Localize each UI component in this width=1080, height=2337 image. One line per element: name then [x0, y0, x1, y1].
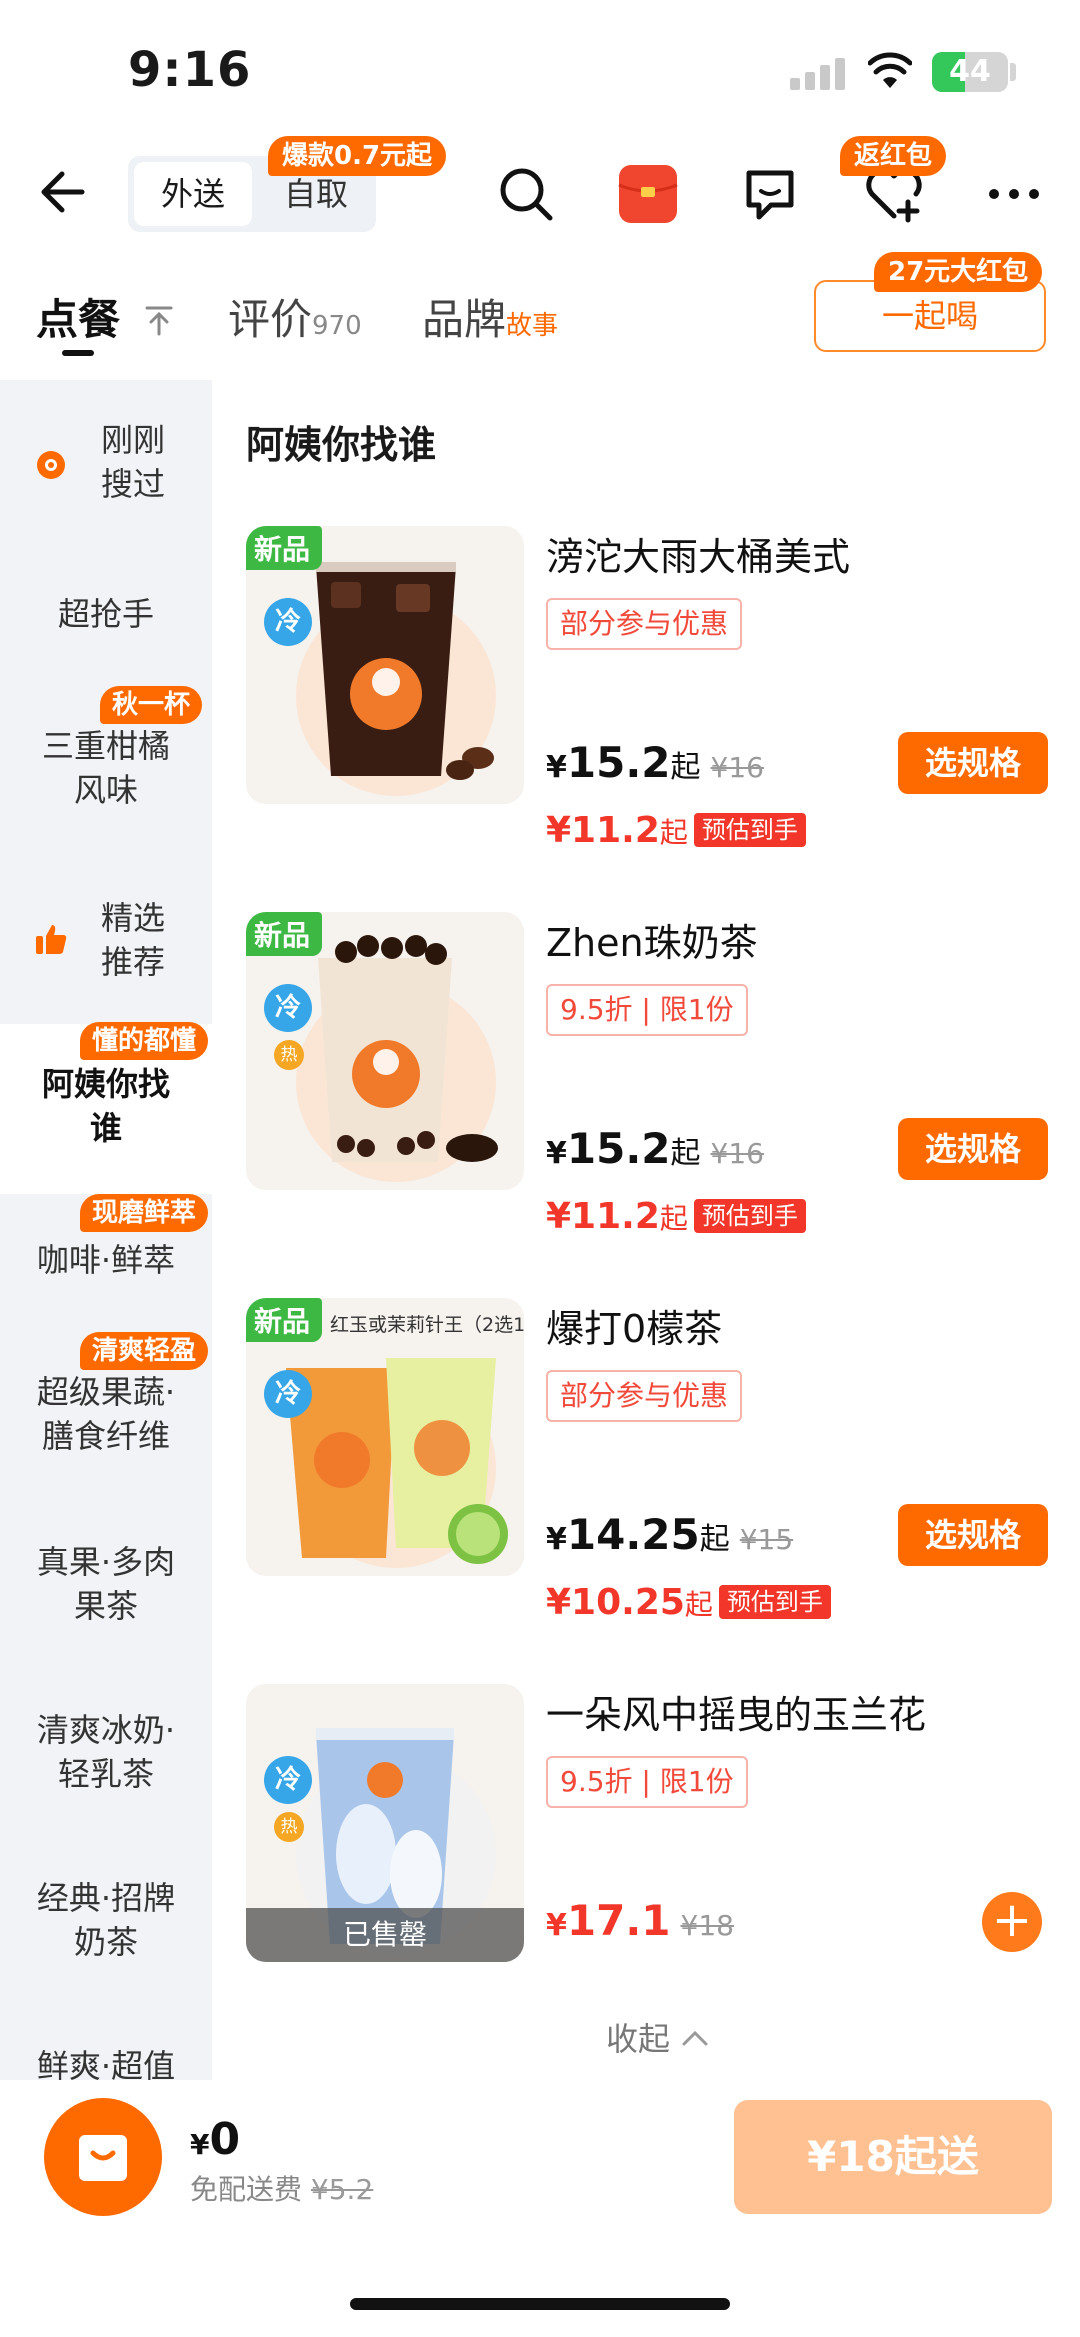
back-arrow-icon[interactable]	[38, 166, 90, 218]
sidebar-item-light-milk[interactable]: 清爽冰奶· 轻乳茶	[0, 1708, 212, 1796]
checkout-button[interactable]: ¥18起送	[734, 2100, 1052, 2214]
estimated-price: ¥11.2起 预估到手	[546, 1196, 806, 1237]
sidebar-badge-ayi: 懂的都懂	[80, 1022, 209, 1060]
chevron-up-icon	[682, 2030, 708, 2046]
cold-option-icon: 冷	[264, 1370, 312, 1418]
hot-option-icon: 热	[274, 1812, 304, 1842]
sidebar-item-featured[interactable]: 精选 推荐	[0, 896, 212, 984]
product-price: ¥15.2起 ¥16	[546, 738, 764, 787]
add-to-cart-button[interactable]: +	[982, 1892, 1042, 1952]
cold-option-icon: 冷	[264, 984, 312, 1032]
tab-reviews[interactable]: 评价970	[228, 286, 362, 347]
plus-icon: +	[991, 1892, 1033, 1948]
battery-level: 44	[949, 54, 991, 89]
delivery-fee: 免配送费 ¥5.2	[190, 2173, 374, 2206]
product-card[interactable]: 冷 热 已售罄 一朵风中摇曳的玉兰花 9.5折 | 限1份 ¥17.1 ¥18 +	[246, 1684, 1056, 2044]
sidebar-item-hot[interactable]: 超抢手	[0, 592, 212, 636]
estimated-price: ¥11.2起 预估到手	[546, 810, 806, 851]
red-packet-icon	[618, 165, 678, 223]
image-caption: 红玉或茉莉针王（2选1）	[330, 1314, 524, 1336]
home-indicator[interactable]	[350, 2298, 730, 2310]
delivery-tab[interactable]: 外送	[134, 162, 252, 226]
sidebar-item-veggie[interactable]: 超级果蔬· 膳食纤维	[0, 1370, 212, 1458]
tab-brand[interactable]: 品牌故事	[422, 286, 558, 347]
product-name: Zhen珠奶茶	[546, 921, 758, 965]
more-icon	[989, 189, 1039, 199]
sidebar-badge-veggie: 清爽轻盈	[80, 1332, 209, 1370]
promo-tag: 9.5折 | 限1份	[546, 984, 748, 1036]
more-button[interactable]	[978, 158, 1050, 230]
collapse-toggle[interactable]: 收起	[606, 2014, 710, 2060]
product-name: 一朵风中摇曳的玉兰花	[546, 1693, 927, 1737]
promo-tag: 9.5折 | 限1份	[546, 1756, 748, 1808]
original-price: ¥16	[710, 1137, 764, 1170]
message-icon	[746, 170, 794, 220]
cold-option-icon: 冷	[264, 598, 312, 646]
group-order-badge: 27元大红包	[874, 252, 1043, 292]
battery-icon: 44	[932, 52, 1008, 92]
product-image[interactable]: 新品 冷	[246, 526, 524, 804]
sidebar-item-recent[interactable]: 刚刚 搜过	[0, 418, 212, 538]
tab-order[interactable]: 点餐	[36, 286, 175, 347]
product-image[interactable]: 冷 热 已售罄	[246, 1684, 524, 1962]
wifi-icon	[868, 52, 912, 88]
original-price: ¥18	[680, 1909, 734, 1942]
sidebar-item-value[interactable]: 鲜爽·超值	[0, 2044, 212, 2080]
sidebar-item-coffee[interactable]: 咖啡·鲜萃	[0, 1238, 212, 1282]
sidebar-badge-citrus: 秋一杯	[100, 686, 203, 724]
search-icon	[500, 168, 553, 221]
section-title: 阿姨你找谁	[246, 423, 437, 467]
product-price: ¥14.25起 ¥15	[546, 1510, 794, 1559]
shopping-bag-icon	[79, 2135, 127, 2181]
cart-button[interactable]	[44, 2098, 162, 2216]
sold-out-label: 已售罄	[246, 1908, 524, 1962]
select-spec-button[interactable]: 选规格	[898, 1504, 1048, 1566]
brand-story-label: 故事	[506, 311, 559, 341]
sidebar-item-citrus[interactable]: 三重柑橘 风味	[0, 724, 212, 812]
select-spec-button[interactable]: 选规格	[898, 1118, 1048, 1180]
reviews-count: 970	[312, 311, 362, 341]
new-badge: 新品	[246, 526, 323, 570]
product-price: ¥17.1 ¥18	[546, 1896, 734, 1945]
original-price: ¥15	[739, 1523, 794, 1556]
product-price: ¥15.2起 ¥16	[546, 1124, 764, 1173]
category-sidebar: 刚刚 搜过 超抢手 三重柑橘 风味 秋一杯 精选 推荐 阿姨你找 谁 懂的都懂 …	[0, 380, 212, 2080]
search-button[interactable]	[490, 158, 562, 230]
product-name: 滂沱大雨大桶美式	[546, 535, 851, 579]
new-badge: 新品	[246, 1298, 323, 1342]
pin-top-icon	[145, 306, 173, 336]
product-image[interactable]: 新品 红玉或茉莉针王（2选1） 冷	[246, 1298, 524, 1576]
cart-total: ¥0	[190, 2114, 241, 2165]
sidebar-item-fruit-tea[interactable]: 真果·多肉 果茶	[0, 1540, 212, 1628]
product-card[interactable]: 新品 红玉或茉莉针王（2选1） 冷 爆打0檬茶 部分参与优惠 ¥14.25起 ¥1…	[246, 1298, 1056, 1658]
return-red-packet-badge: 返红包	[840, 136, 947, 176]
message-button[interactable]	[734, 158, 806, 230]
sidebar-badge-coffee: 现磨鲜萃	[80, 1194, 209, 1232]
product-card[interactable]: 新品 冷 热 Zhen珠奶茶 9.5折 | 限1份 ¥15.2起 ¥16 ¥11.…	[246, 912, 1056, 1272]
promo-tag: 部分参与优惠	[546, 598, 743, 650]
status-time: 9:16	[128, 42, 252, 98]
cellular-signal-icon	[790, 58, 846, 90]
original-price: ¥16	[710, 751, 764, 784]
tab-order-label: 点餐	[36, 295, 121, 344]
promo-tag: 部分参与优惠	[546, 1370, 743, 1422]
eye-icon	[37, 451, 65, 479]
pickup-promo-badge: 爆款0.7元起	[268, 136, 447, 176]
cold-option-icon: 冷	[264, 1756, 312, 1804]
product-image[interactable]: 新品 冷 热	[246, 912, 524, 1190]
hot-option-icon: 热	[274, 1040, 304, 1070]
red-packet-button[interactable]	[612, 158, 684, 230]
sidebar-item-classic-milk[interactable]: 经典·招牌 奶茶	[0, 1876, 212, 1964]
status-bar: 9:16 44	[0, 0, 1080, 140]
active-tab-indicator	[62, 350, 94, 356]
estimated-price: ¥10.25起 预估到手	[546, 1582, 831, 1623]
thumbs-up-icon	[36, 925, 67, 954]
select-spec-button[interactable]: 选规格	[898, 732, 1048, 794]
new-badge: 新品	[246, 912, 323, 956]
product-card[interactable]: 新品 冷 滂沱大雨大桶美式 部分参与优惠 ¥15.2起 ¥16 ¥11.2起 预估到…	[246, 526, 1056, 886]
product-name: 爆打0檬茶	[546, 1307, 723, 1351]
